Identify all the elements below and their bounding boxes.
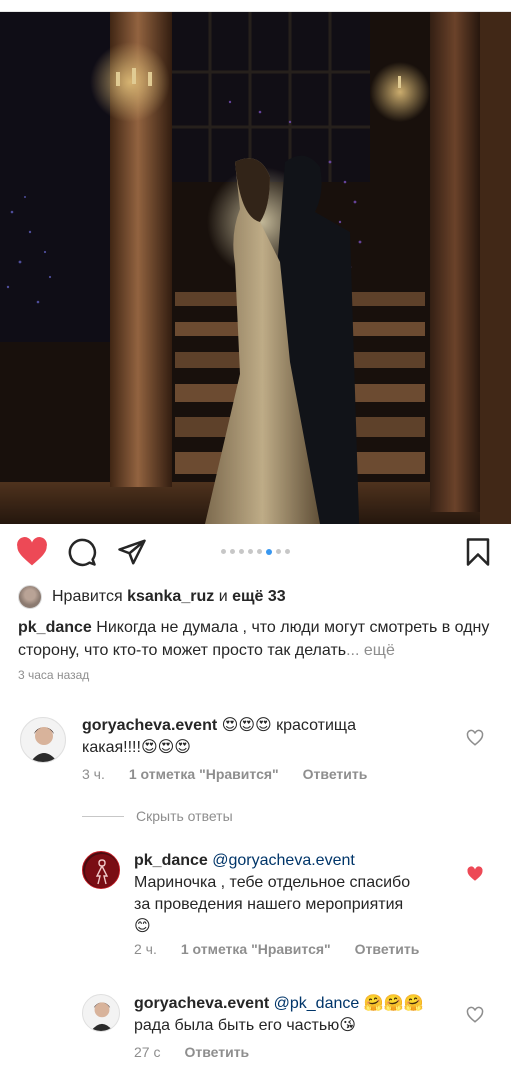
avatar[interactable] (82, 851, 120, 889)
reply-text-line1: Мариночка , тебе отдельное спасибо (134, 874, 411, 891)
reply-meta: 27 с Ответить (134, 1044, 249, 1060)
reply-author[interactable]: goryacheva.event (134, 995, 269, 1012)
comment-author[interactable]: goryacheva.event (82, 717, 217, 734)
comment-meta: 3 ч. 1 отметка "Нравится" Ответить (82, 766, 367, 782)
save-button[interactable] (460, 534, 496, 570)
post-time: 3 часа назад (18, 668, 90, 682)
reply-time: 2 ч. (134, 941, 157, 957)
reply-like-button[interactable] (466, 1006, 484, 1024)
post-caption: pk_dance Никогда не думала , что люди мо… (18, 616, 498, 662)
carousel-dot (221, 549, 226, 554)
reply-like-button[interactable] (466, 865, 484, 883)
reply-item: goryacheva.event @pk_dance 🤗🤗🤗 рада была… (0, 988, 511, 1068)
likes-prefix: Нравится (52, 588, 123, 605)
hide-replies-toggle[interactable]: Скрыть ответы (82, 808, 233, 824)
status-strip (0, 0, 511, 12)
reply-meta: 2 ч. 1 отметка "Нравится" Ответить (134, 941, 419, 957)
carousel-dot (248, 549, 253, 554)
comment-likes-count[interactable]: 1 отметка "Нравится" (129, 766, 279, 782)
reply-item: pk_dance @goryacheva.event Мариночка , т… (0, 845, 511, 965)
comment-like-button[interactable] (466, 729, 484, 747)
heart-filled-icon (467, 866, 483, 881)
carousel-dot (230, 549, 235, 554)
reply-text-line2: рада была быть его частью😘 (134, 1017, 356, 1034)
carousel-dot-active (266, 548, 272, 555)
post-photo[interactable] (0, 12, 511, 524)
carousel-dot (285, 549, 290, 554)
carousel-dot (239, 549, 244, 554)
reply-emoji: 🤗🤗🤗 (363, 995, 424, 1012)
carousel-dot (257, 549, 262, 554)
likes-joiner: и (218, 588, 228, 605)
comment-time: 3 ч. (82, 766, 105, 782)
comment-text-line2: какая!!!!😍😍😍 (82, 739, 191, 756)
liker-username[interactable]: ksanka_ruz (127, 588, 214, 606)
reply-body: goryacheva.event @pk_dance 🤗🤗🤗 рада была… (134, 993, 454, 1037)
carousel-indicator (0, 548, 511, 555)
hide-replies-label: Скрыть ответы (136, 808, 233, 824)
user-portrait-icon (30, 727, 58, 762)
avatar[interactable] (82, 994, 120, 1032)
bookmark-icon (466, 538, 490, 566)
reply-button[interactable]: Ответить (184, 1044, 249, 1060)
dancer-logo-icon (85, 854, 119, 888)
heart-outline-icon (466, 729, 484, 746)
caption-more-link[interactable]: ... ещё (346, 642, 395, 659)
reply-text-line3: 😊 (134, 918, 151, 935)
reply-likes-count[interactable]: 1 отметка "Нравится" (181, 941, 331, 957)
comment-text-line1: 😍😍😍 красотища (221, 717, 356, 734)
reply-button[interactable]: Ответить (355, 941, 420, 957)
reply-body: pk_dance @goryacheva.event Мариночка , т… (134, 850, 444, 938)
avatar[interactable] (20, 717, 66, 763)
comment-item: goryacheva.event 😍😍😍 красотища какая!!!!… (0, 710, 511, 790)
reply-button[interactable]: Ответить (303, 766, 368, 782)
heart-outline-icon (466, 1006, 484, 1023)
user-portrait-icon (91, 1002, 113, 1031)
reply-mention[interactable]: @goryacheva.event (212, 852, 355, 869)
likes-summary[interactable]: Нравится ksanka_ruz и ещё 33 (18, 584, 286, 610)
carousel-dot (276, 549, 281, 554)
liker-avatar (18, 585, 42, 609)
post-actions (0, 524, 511, 582)
reply-time: 27 с (134, 1044, 161, 1060)
likes-others[interactable]: ещё 33 (232, 588, 286, 606)
reply-text-line2: за проведения нашего мероприятия (134, 896, 404, 913)
divider (82, 815, 124, 817)
wedding-photo (0, 12, 511, 524)
reply-author[interactable]: pk_dance (134, 852, 208, 869)
caption-author[interactable]: pk_dance (18, 619, 92, 636)
comment-body: goryacheva.event 😍😍😍 красотища какая!!!!… (82, 715, 422, 759)
reply-mention[interactable]: @pk_dance (274, 995, 360, 1012)
